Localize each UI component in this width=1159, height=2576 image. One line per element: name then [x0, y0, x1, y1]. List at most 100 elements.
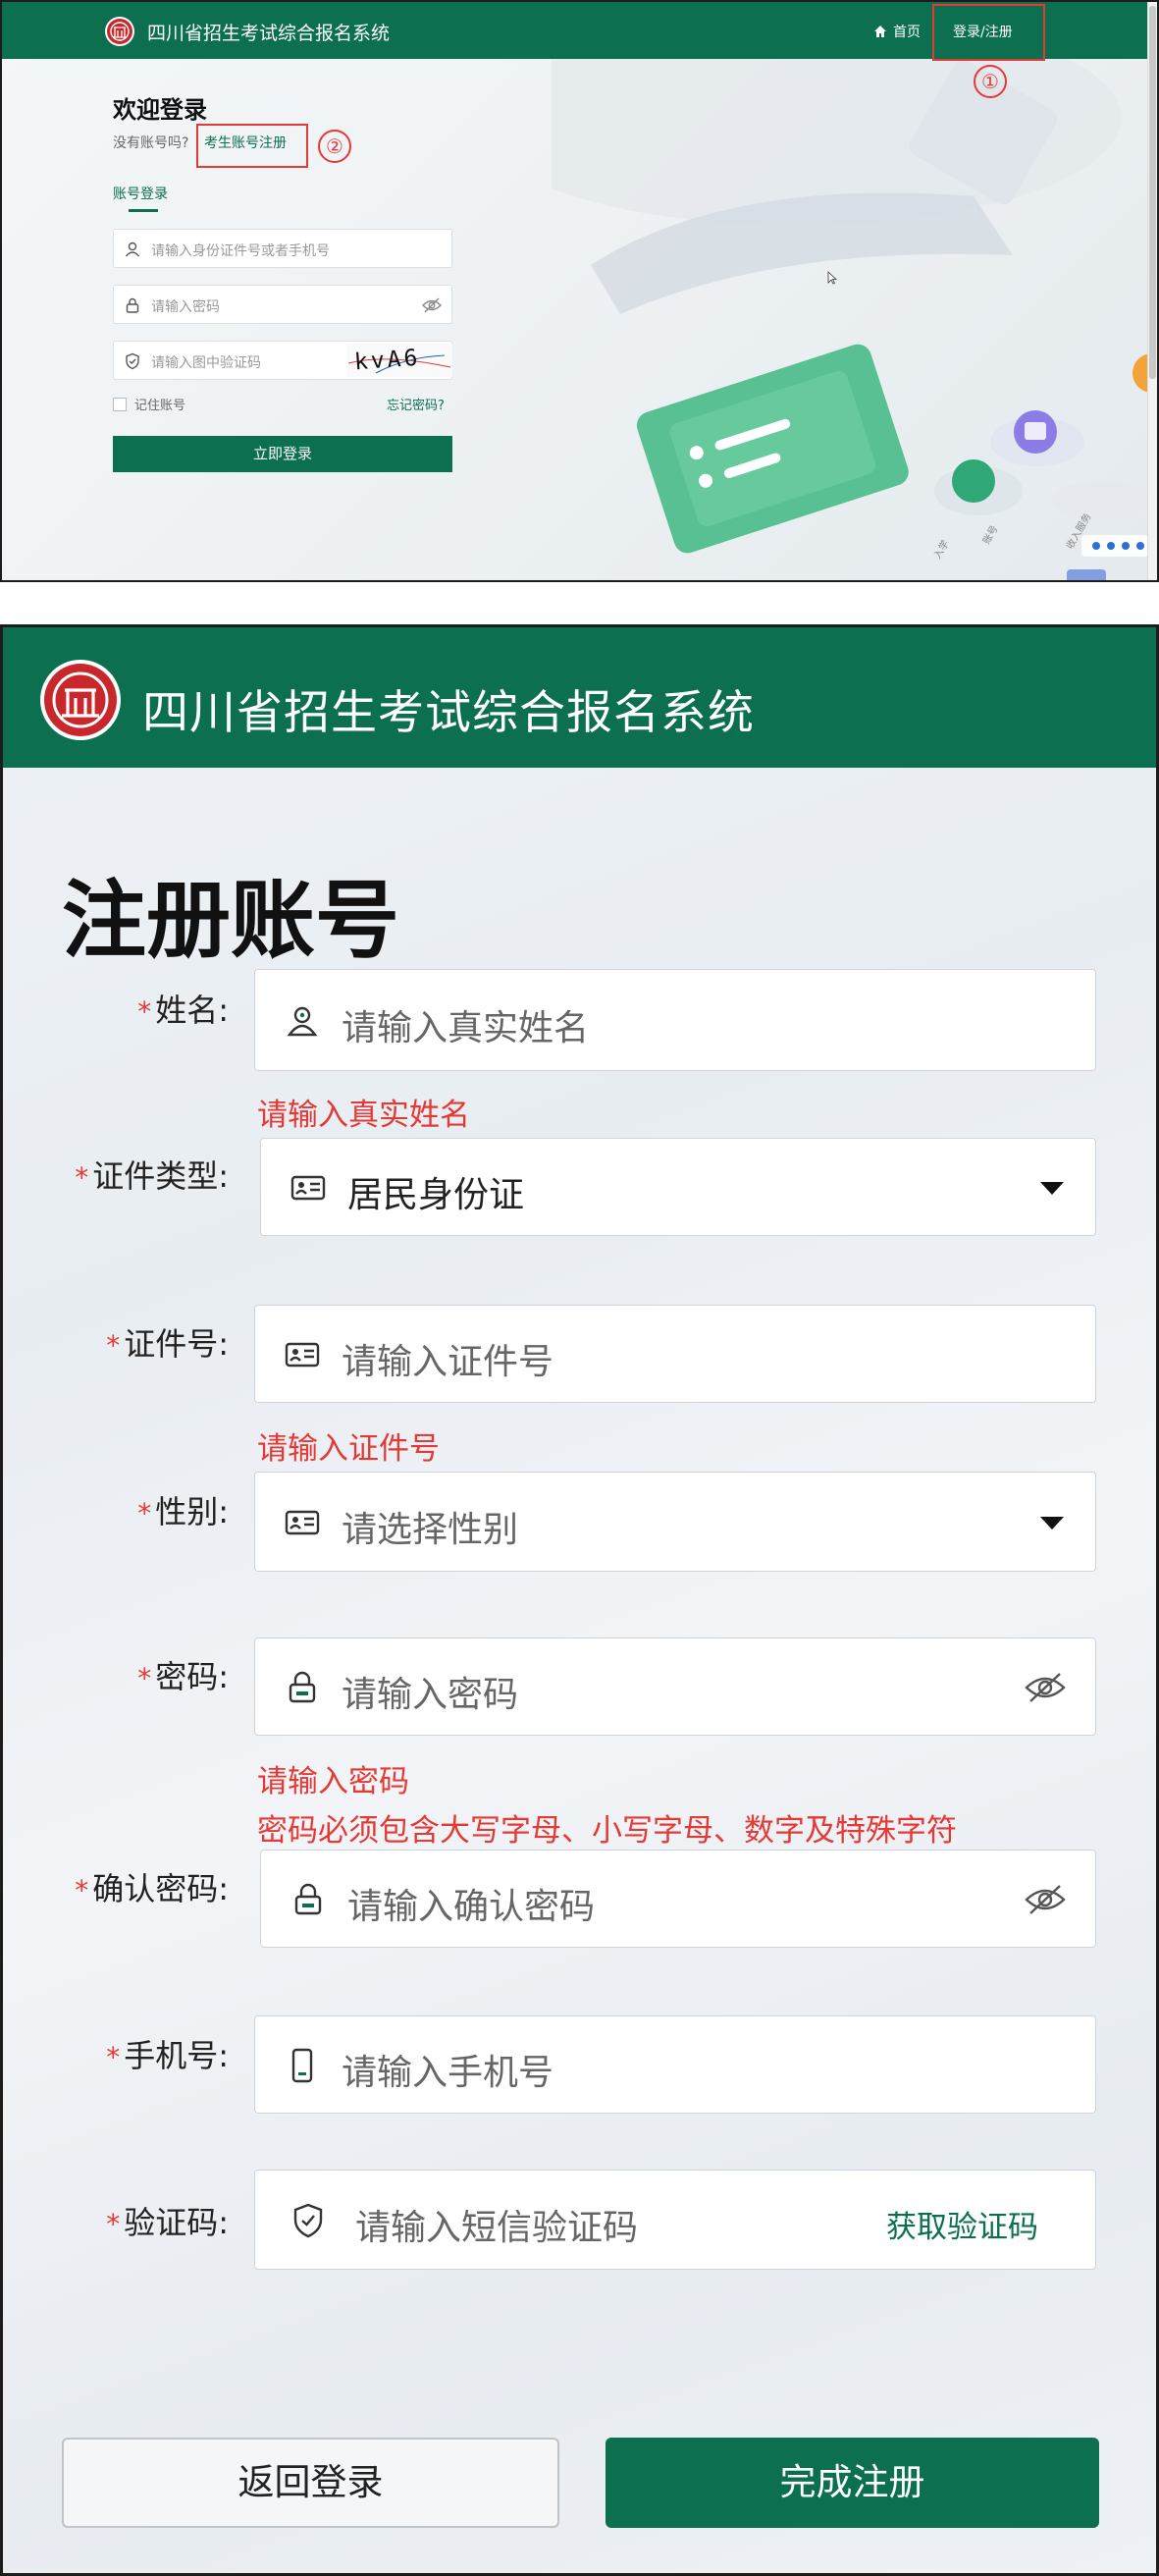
- gender-select[interactable]: 请选择性别: [254, 1472, 1096, 1572]
- register-header: 四川省招生考试综合报名系统: [3, 627, 1156, 768]
- user-icon: [287, 1006, 318, 1037]
- site-logo: [105, 17, 134, 46]
- page-title: 注册账号: [62, 872, 399, 970]
- forgot-password-link[interactable]: 忘记密码?: [387, 395, 445, 413]
- login-screenshot: 收入服务 账号 入学 四川省招生考试综合报名系统 首页 登录/注册 ① 欢迎登录…: [0, 0, 1159, 582]
- id-type-label-text: 证件类型:: [92, 1157, 229, 1195]
- id-type-value: 居民身份证: [347, 1175, 525, 1215]
- password-label-text: 密码:: [155, 1658, 229, 1695]
- password-placeholder: 请输入密码: [342, 1675, 519, 1715]
- name-label-text: 姓名:: [155, 992, 229, 1029]
- annotation-highlight-box-1: [932, 4, 1045, 61]
- password-input[interactable]: 请输入密码: [254, 1637, 1096, 1736]
- id-card-icon: [285, 1342, 320, 1368]
- id-type-label: * 证件类型:: [3, 1152, 229, 1197]
- name-error-text: 请输入真实姓名: [257, 1098, 470, 1133]
- phone-placeholder: 请输入手机号: [342, 2053, 554, 2093]
- id-number-label: * 证件号:: [3, 1319, 229, 1365]
- id-number-label-text: 证件号:: [124, 1325, 229, 1363]
- password-input-placeholder: 请输入密码: [151, 299, 220, 315]
- remember-account-checkbox[interactable]: 记住账号: [113, 395, 185, 413]
- password-error-text: 请输入密码: [257, 1764, 409, 1799]
- id-number-input[interactable]: 请输入证件号: [254, 1305, 1096, 1403]
- back-to-login-button[interactable]: 返回登录: [62, 2438, 559, 2528]
- nav-home-label: 首页: [893, 25, 921, 40]
- svg-text:账号: 账号: [980, 523, 1000, 546]
- login-submit-button[interactable]: 立即登录: [113, 436, 452, 472]
- confirm-password-label-text: 确认密码:: [92, 1870, 229, 1907]
- no-account-text: 没有账号吗?: [113, 135, 189, 151]
- password-rule-error-text: 密码必须包含大写字母、小写字母、数字及特殊字符: [257, 1813, 957, 1849]
- lock-icon: [126, 297, 139, 313]
- captcha-image[interactable]: kvA6: [346, 344, 452, 377]
- confirm-password-input[interactable]: 请输入确认密码: [260, 1850, 1096, 1948]
- eye-off-icon[interactable]: [1025, 1671, 1066, 1704]
- eye-off-icon[interactable]: [1025, 1883, 1066, 1916]
- required-mark: *: [137, 1662, 152, 1694]
- captcha-text: kvA6: [353, 345, 422, 376]
- password-label: * 密码:: [3, 1652, 229, 1697]
- required-mark: *: [106, 1329, 121, 1362]
- shield-icon: [126, 352, 139, 370]
- site-logo: [40, 660, 121, 740]
- sms-code-label-text: 验证码:: [124, 2204, 229, 2241]
- required-mark: *: [137, 995, 152, 1028]
- site-title: 四川省招生考试综合报名系统: [147, 23, 391, 44]
- svg-text:入学: 入学: [930, 538, 951, 562]
- gender-label-text: 性别:: [155, 1493, 229, 1530]
- confirm-password-placeholder: 请输入确认密码: [347, 1887, 596, 1927]
- annotation-number-2: ②: [318, 130, 351, 163]
- shield-check-icon: [293, 2203, 323, 2238]
- sms-code-input[interactable]: 请输入短信验证码 获取验证码: [254, 2170, 1096, 2270]
- user-icon: [125, 242, 140, 257]
- required-mark: *: [106, 2208, 121, 2240]
- required-mark: *: [75, 1874, 89, 1906]
- complete-registration-button[interactable]: 完成注册: [606, 2438, 1099, 2528]
- annotation-highlight-box-2: [196, 124, 308, 168]
- eye-off-icon[interactable]: [422, 296, 442, 314]
- get-sms-code-button[interactable]: 获取验证码: [886, 2202, 1038, 2246]
- captcha-input[interactable]: 请输入图中验证码 kvA6: [113, 341, 452, 380]
- id-number-error-text: 请输入证件号: [257, 1431, 440, 1467]
- tab-account-login[interactable]: 账号登录: [113, 184, 168, 203]
- login-welcome-heading: 欢迎登录: [113, 96, 207, 124]
- name-label: * 姓名:: [3, 986, 229, 1031]
- required-mark: *: [137, 1497, 152, 1530]
- register-screenshot: 四川省招生考试综合报名系统 注册账号 * 姓名: 请输入真实姓名 请输入真实姓名 …: [0, 624, 1159, 2576]
- vertical-scrollbar[interactable]: [1147, 2, 1157, 580]
- lock-icon: [294, 1883, 322, 1915]
- checkbox-box[interactable]: [113, 397, 127, 411]
- id-number-placeholder: 请输入证件号: [342, 1342, 554, 1382]
- id-card-icon: [290, 1175, 326, 1201]
- required-mark: *: [106, 2041, 121, 2073]
- tab-active-indicator: [129, 209, 158, 212]
- sms-code-placeholder: 请输入短信验证码: [355, 2208, 639, 2248]
- chevron-down-icon: [1040, 1182, 1064, 1195]
- password-input[interactable]: 请输入密码: [113, 285, 452, 324]
- sms-code-label: * 验证码:: [3, 2198, 229, 2243]
- remember-label: 记住账号: [134, 399, 186, 413]
- phone-icon: [291, 2048, 313, 2083]
- name-placeholder: 请输入真实姓名: [342, 1008, 590, 1048]
- id-type-select[interactable]: 居民身份证: [260, 1138, 1096, 1236]
- gender-label: * 性别:: [3, 1487, 229, 1532]
- id-input-placeholder: 请输入身份证件号或者手机号: [151, 243, 330, 259]
- scrollbar-thumb[interactable]: [1149, 6, 1156, 379]
- confirm-password-label: * 确认密码:: [3, 1864, 229, 1909]
- home-icon: [874, 26, 886, 37]
- site-title: 四川省招生考试综合报名系统: [142, 686, 755, 740]
- phone-label: * 手机号:: [3, 2031, 229, 2076]
- id-card-icon: [285, 1510, 320, 1535]
- mouse-cursor-icon: [827, 271, 837, 285]
- phone-label-text: 手机号:: [124, 2037, 229, 2074]
- chevron-down-icon: [1040, 1517, 1064, 1530]
- gender-placeholder: 请选择性别: [342, 1510, 519, 1550]
- nav-home-link[interactable]: 首页: [873, 22, 921, 41]
- phone-input[interactable]: 请输入手机号: [254, 2015, 1096, 2114]
- required-mark: *: [75, 1161, 89, 1194]
- name-input[interactable]: 请输入真实姓名: [254, 969, 1096, 1071]
- id-or-phone-input[interactable]: 请输入身份证件号或者手机号: [113, 229, 452, 268]
- captcha-input-placeholder: 请输入图中验证码: [151, 355, 261, 371]
- lock-icon: [289, 1671, 316, 1703]
- annotation-number-1: ①: [974, 65, 1007, 98]
